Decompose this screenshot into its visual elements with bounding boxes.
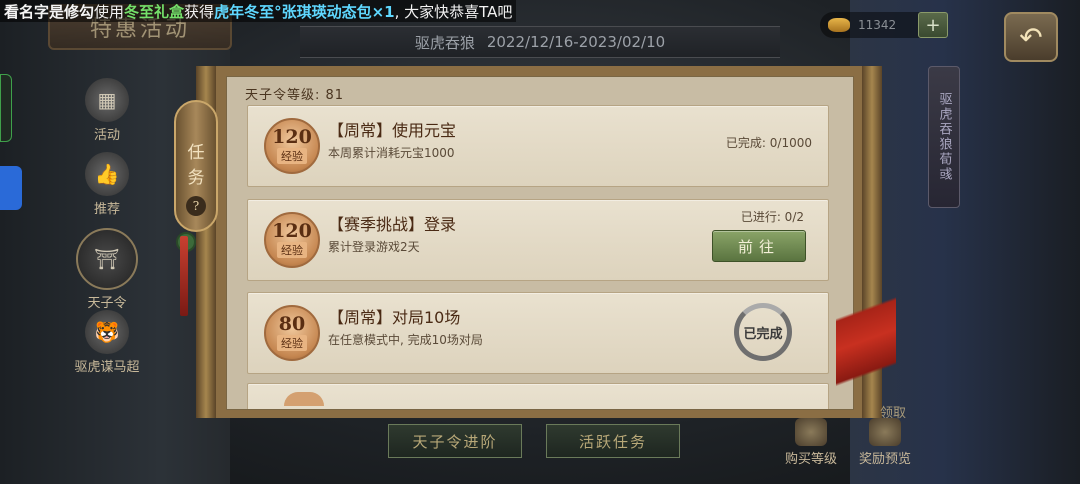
sidebar-item-label: 天子令 [87,296,127,311]
tab-active-tasks[interactable]: 活跃任务 [546,424,680,458]
go-button[interactable]: 前往 [712,230,806,262]
exp-label: 经验 [277,335,307,351]
money-bag-icon [795,418,827,446]
task-tab[interactable]: 任 务 ? [174,100,218,232]
currency-amount: 11342 [858,18,897,32]
marquee-text-2: 获得 [184,2,215,21]
exp-medal: 120 经验 [264,118,320,174]
event-dates: 2022/12/16-2023/02/10 [486,33,666,51]
edge-tab-green[interactable] [0,74,12,142]
task-description: 本周累计消耗元宝1000 [328,146,455,160]
event-name: 驱虎吞狼 [414,33,475,52]
marquee-item-2: 虎年冬至°张琪瑛动态包×1 [214,2,395,21]
tab-token-advance[interactable]: 天子令进阶 [388,424,522,458]
sidebar-item-emperor-token[interactable]: ⛩ 天子令 [62,228,152,311]
exp-medal [284,392,324,406]
exp-amount: 120 [272,220,312,242]
ribbon-decoration [836,270,896,410]
task-card: 120 经验 【周常】使用元宝 本周累计消耗元宝1000 已完成: 0/1000 [247,105,829,187]
exp-label: 经验 [277,242,307,258]
completed-stamp: 已完成 [734,303,792,361]
exp-label: 经验 [277,148,307,164]
task-panel: 天子令等级: 81 120 经验 【周常】使用元宝 本周累计消耗元宝1000 已… [226,76,854,410]
task-title: 【周常】对局10场 [328,308,461,327]
marquee-text-3: , 大家快恭喜TA吧 [394,2,513,21]
task-description: 在任意模式中, 完成10场对局 [328,333,483,347]
task-tab-label: 任 [187,143,205,163]
reward-preview-label: 奖励预览 [858,452,911,467]
back-arrow-icon: ↶ [1019,20,1043,54]
marquee-text-1: 使用 [94,2,125,21]
exp-amount: 120 [272,126,312,148]
sidebar-item-label: 活动 [93,128,120,143]
currency-display: 11342 + [820,12,948,38]
event-title-bar: 驱虎吞狼 2022/12/16-2023/02/10 [300,26,780,58]
sidebar-item-activity[interactable]: ▦ 活动 [62,78,152,143]
gift-box-icon [869,418,901,446]
exp-medal: 120 经验 [264,212,320,268]
marquee-item-1: 冬至礼盒 [124,2,185,21]
tiger-icon: 🐯 [85,310,129,354]
edge-tab-blue[interactable] [0,166,22,210]
sidebar-item-label: 推荐 [93,202,120,217]
right-event-scroll[interactable]: 驱虎吞狼荀彧 [928,66,960,208]
task-title: 【周常】使用元宝 [328,121,457,140]
task-card: 120 经验 【赛季挑战】登录 累计登录游戏2天 已进行: 0/2 前往 [247,199,829,281]
back-button[interactable]: ↶ [1004,12,1058,62]
buy-level-label: 购买等级 [784,452,837,467]
task-card [247,383,829,409]
sidebar-item-label: 驱虎谋马超 [74,360,140,375]
broadcast-marquee: 看名字是修勾 使用 冬至礼盒 获得 虎年冬至°张琪瑛动态包×1 , 大家快恭喜T… [0,0,517,22]
thumbs-up-icon: 👍 [85,152,129,196]
buy-level-button[interactable]: 购买等级 [776,418,846,467]
exp-medal: 80 经验 [264,305,320,361]
task-tab-label: 务 [187,168,205,188]
gift-icon: ▦ [85,78,129,122]
marquee-player-name: 看名字是修勾 [4,2,95,21]
sidebar-item-recommend[interactable]: 👍 推荐 [62,152,152,217]
emperor-token-icon: ⛩ [76,228,138,290]
task-description: 累计登录游戏2天 [328,240,420,254]
emperor-token-level: 天子令等级: 81 [245,88,345,103]
ingot-icon [828,18,850,32]
add-currency-button[interactable]: + [918,12,948,38]
task-progress: 已完成: 0/1000 [725,136,812,150]
task-progress: 已进行: 0/2 [740,210,804,224]
sidebar-item-tiger-event[interactable]: 🐯 驱虎谋马超 [62,310,152,375]
task-card: 80 经验 【周常】对局10场 在任意模式中, 完成10场对局 已完成 [247,292,829,374]
tassel-decoration [180,236,188,316]
exp-amount: 80 [278,313,306,335]
task-title: 【赛季挑战】登录 [328,215,457,234]
bottom-tabs: 天子令进阶 活跃任务 [388,424,680,458]
help-icon[interactable]: ? [186,196,206,216]
reward-preview-button[interactable]: 奖励预览 [850,418,920,467]
